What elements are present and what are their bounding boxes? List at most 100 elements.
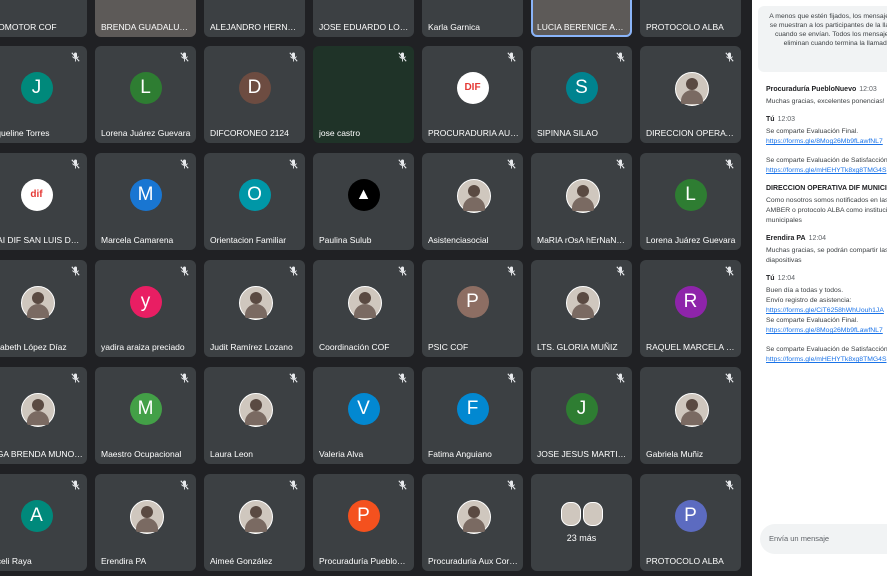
- participant-tile[interactable]: ▲ Paulina Sulub: [313, 153, 414, 250]
- participant-avatar: J: [565, 392, 598, 425]
- participant-tile[interactable]: Jcqueline Torres: [0, 46, 87, 143]
- participant-tile[interactable]: Aimeé González: [204, 474, 305, 571]
- participant-name: Judit Ramírez Lozano: [210, 342, 293, 352]
- participant-tile[interactable]: y yadira araiza preciado: [95, 260, 196, 357]
- participant-name: Laura Leon: [210, 449, 254, 459]
- participant-tile[interactable]: L Lorena Juárez Guevara: [640, 153, 741, 250]
- chat-sender-name: DIRECCION OPERATIVA DIF MUNICIPAL: [766, 185, 887, 192]
- chat-input-placeholder: Envía un mensaje: [769, 534, 830, 543]
- participant-tile[interactable]: Judit Ramírez Lozano: [204, 260, 305, 357]
- participant-tile[interactable]: dif PAI DIF SAN LUIS DE L...: [0, 153, 87, 250]
- participant-name: BRENDA GUADALUPE ...: [101, 22, 192, 32]
- participant-avatar: [129, 499, 164, 534]
- participant-avatar: DIF: [456, 71, 489, 104]
- chat-panel: A menos que estén fijados, los mensajes …: [752, 0, 887, 576]
- mic-off-icon: [507, 159, 516, 169]
- more-participants-count: 23 más: [566, 533, 597, 543]
- participant-tile[interactable]: M Marcela Camarena: [95, 153, 196, 250]
- participant-tile[interactable]: ROMOTOR COF: [0, 0, 87, 37]
- participant-tile[interactable]: Gabriela Muñiz: [640, 367, 741, 464]
- participant-avatar: [456, 499, 491, 534]
- participant-tile[interactable]: R RAQUEL MARCELA GU...: [640, 260, 741, 357]
- chat-text: Muchas gracias, excelentes ponencias!: [766, 98, 885, 105]
- participant-tile[interactable]: V Valeria Alva: [313, 367, 414, 464]
- participant-tile[interactable]: Coordinación COF: [313, 260, 414, 357]
- chat-message: Se comparte Evaluación de Satisfacción. h…: [766, 345, 887, 365]
- more-participants-avatars: [531, 502, 632, 531]
- participant-avatar: L: [129, 71, 162, 104]
- participant-tile[interactable]: LTS. GLORIA MUÑIZ: [531, 260, 632, 357]
- participant-name: MaRIA rOsA hErNaNdE...: [537, 235, 628, 245]
- mic-off-icon: [725, 159, 734, 169]
- chat-message: Procuraduría PuebloNuevo 12:03 Muchas grac…: [766, 86, 887, 107]
- participant-name: aceli Raya: [0, 556, 32, 566]
- participant-tile[interactable]: Erendira PA: [95, 474, 196, 571]
- chat-message: Se comparte Evaluación de Satisfacción. h…: [766, 156, 887, 176]
- participant-name: lizabeth López Díaz: [0, 342, 67, 352]
- participant-avatar: [347, 285, 382, 320]
- participant-avatar: S: [565, 71, 598, 104]
- participant-tile[interactable]: JOSE EDUARDO LOPEZ...: [313, 0, 414, 37]
- chat-message: DIRECCION OPERATIVA DIF MUNICIPAL Como no…: [766, 185, 887, 226]
- participant-tile[interactable]: M Maestro Ocupacional: [95, 367, 196, 464]
- participant-tile[interactable]: F Fatima Anguiano: [422, 367, 523, 464]
- chat-text: Muchas gracias, se podrán compartir las: [766, 247, 887, 254]
- participant-tile[interactable]: J JOSE JESUS MARTINEZ...: [531, 367, 632, 464]
- chat-message: Tú 12:04 Buen día a todas y todos. Envío re…: [766, 275, 887, 336]
- participant-name: Karla Garnica: [428, 22, 480, 32]
- participant-avatar: J: [20, 71, 53, 104]
- participant-name: Erendira PA: [101, 556, 147, 566]
- participant-tile[interactable]: P PSIC COF: [422, 260, 523, 357]
- participant-tile[interactable]: Asistenciasocial: [422, 153, 523, 250]
- participant-tile[interactable]: S SIPINNA SILAO: [531, 46, 632, 143]
- chat-messages: Procuraduría PuebloNuevo 12:03 Muchas grac…: [766, 86, 887, 374]
- participant-tile[interactable]: lizabeth López Díaz: [0, 260, 87, 357]
- mic-off-icon: [398, 52, 407, 62]
- chat-link[interactable]: https://forms.gle/8Mog26Mb9fLawfNL7: [766, 137, 887, 147]
- chat-text: Se comparte Evaluación Final.: [766, 317, 859, 324]
- chat-text: Buen día a todas y todos.: [766, 287, 844, 294]
- chat-link[interactable]: https://forms.gle/mHEHYTk8xg8TMG4S: [766, 355, 887, 365]
- participant-tile[interactable]: L Lorena Juárez Guevara: [95, 46, 196, 143]
- participant-name: PROCURADURIA AUXIL...: [428, 128, 519, 138]
- mic-off-icon: [180, 480, 189, 490]
- chat-sender: Tú 12:04: [766, 275, 887, 282]
- participant-tile[interactable]: P PROTOCOLO ALBA: [640, 474, 741, 571]
- chat-input[interactable]: Envía un mensaje: [760, 524, 887, 554]
- mic-off-icon: [507, 480, 516, 490]
- mic-off-icon: [616, 52, 625, 62]
- participant-avatar: [565, 285, 600, 320]
- chat-text: Se comparte Evaluación de Satisfacción.: [766, 346, 887, 353]
- chat-sender: Procuraduría PuebloNuevo 12:03: [766, 86, 887, 93]
- participant-name: ALEJANDRO HERNAND...: [210, 22, 301, 32]
- mic-off-icon: [71, 52, 80, 62]
- participant-tile[interactable]: D DIFCORONEO 2124: [204, 46, 305, 143]
- participant-tile[interactable]: Procuraduria Aux Coro...: [422, 474, 523, 571]
- chat-link[interactable]: https://forms.gle/8Mog26Mb9fLawfNL7: [766, 326, 887, 336]
- participant-avatar: [456, 178, 491, 213]
- participant-tile[interactable]: O Orientacion Familiar: [204, 153, 305, 250]
- mic-off-icon: [507, 52, 516, 62]
- participant-tile[interactable]: Aaceli Raya: [0, 474, 87, 571]
- participant-tile[interactable]: PROTOCOLO ALBA: [640, 0, 741, 37]
- participant-tile[interactable]: DIF PROCURADURIA AUXIL...: [422, 46, 523, 143]
- participant-tile[interactable]: LGA BRENDA MUNOZ...: [0, 367, 87, 464]
- participant-tile[interactable]: Karla Garnica: [422, 0, 523, 37]
- chat-link[interactable]: https://forms.gle/CiT6258hWhUouh1JA: [766, 306, 887, 316]
- participant-name: LUCIA BERENICE ACOS...: [537, 22, 628, 32]
- participant-tile[interactable]: P Procuraduría PuebloNu...: [313, 474, 414, 571]
- mic-off-icon: [289, 266, 298, 276]
- participant-tile[interactable]: Laura Leon: [204, 367, 305, 464]
- chat-text: AMBER o protocolo ALBA como institucio: [766, 207, 887, 214]
- participant-tile[interactable]: MaRIA rOsA hErNaNdE...: [531, 153, 632, 250]
- participant-avatar: P: [674, 499, 707, 532]
- participant-tile[interactable]: ALEJANDRO HERNAND...: [204, 0, 305, 37]
- participant-avatar: O: [238, 178, 271, 211]
- participant-tile[interactable]: jose castro: [313, 46, 414, 143]
- participant-tile[interactable]: 23 más: [531, 474, 632, 571]
- chat-link[interactable]: https://forms.gle/mHEHYTk8xg8TMG4S: [766, 166, 887, 176]
- participant-tile[interactable]: LUCIA BERENICE ACOS...: [531, 0, 632, 37]
- participant-avatar: [565, 178, 600, 213]
- participant-tile[interactable]: BRENDA GUADALUPE ...: [95, 0, 196, 37]
- participant-tile[interactable]: DIRECCION OPERATIV...: [640, 46, 741, 143]
